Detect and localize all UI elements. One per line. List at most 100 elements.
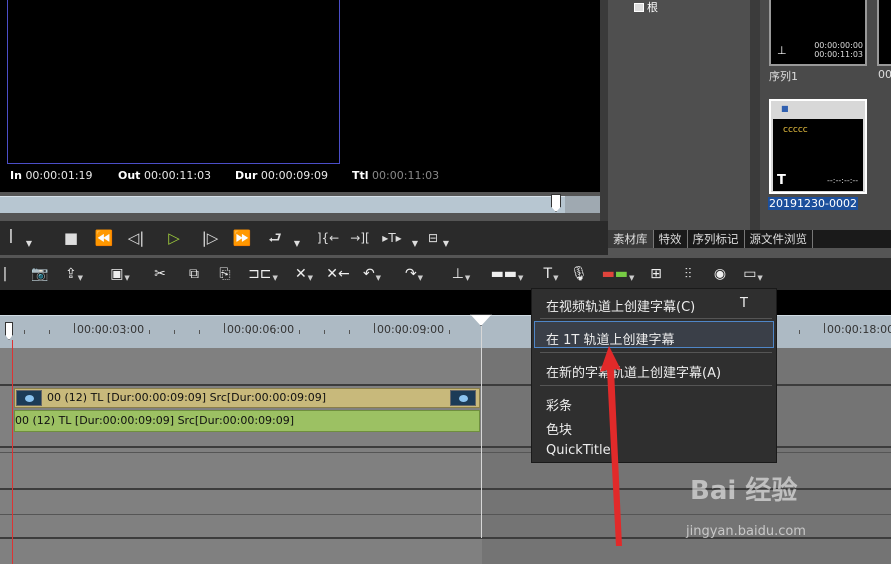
copy-icon[interactable]: ⧉ [184,264,204,284]
ruler-label: 00:00:03:00 [77,323,145,336]
book-icon[interactable]: ⊐⊏▼ [246,264,280,284]
panel-tabs: 素材库 特效 序列标记 源文件浏览 [608,230,891,248]
fast-forward-icon[interactable]: ⏩ [228,226,256,250]
ruler-minor-tick [99,330,100,334]
ruler-minor-tick [174,330,175,334]
grid-icon[interactable]: ⊞ [646,264,666,284]
menu-item-create-on-new-track[interactable]: 在新的字幕轨道上创建字幕(A) [546,362,721,381]
ruler-minor-tick [124,330,125,334]
panel-splitter[interactable] [750,0,760,230]
set-out-icon[interactable]: →][ [348,226,372,250]
cut-icon[interactable]: ✂ [150,264,170,284]
ripple-delete-icon[interactable]: ✕← [326,264,350,284]
overwrite-icon[interactable]: ⊟ [424,226,442,250]
ruler-minor-tick [849,330,850,334]
insert-icon[interactable]: ▸T▸ [380,226,404,250]
delete-icon[interactable]: ✕▼ [290,264,318,284]
save-icon[interactable]: ▣▼ [106,264,134,284]
stop-icon[interactable]: ■ [60,226,82,250]
bin-tree-panel [608,0,750,230]
out-timecode: Out 00:00:11:03 [118,169,212,182]
ruler-minor-tick [199,330,200,334]
paste-icon[interactable]: ⎘ [215,264,235,284]
rewind-icon[interactable]: ⏪ [90,226,118,250]
clip-label: 00 (12) TL [Dur:00:00:09:09] Src[Dur:00:… [47,391,327,404]
asset-name: 00 [878,68,891,81]
ttl-timecode: Ttl 00:00:11:03 [352,169,440,182]
title-tool-icon[interactable]: T▼ [538,264,564,284]
mixer-icon[interactable]: ⫶⫶ [678,264,698,284]
menu-separator [540,352,772,353]
ruler-tick [74,323,75,333]
play-icon[interactable]: ▷ [162,226,186,250]
match-frame-icon[interactable]: ꟾ [0,226,22,250]
loop-icon[interactable]: ⮐ [264,226,286,250]
ruler-tick [374,323,375,333]
in-point-line [12,340,13,564]
export-icon[interactable]: ⇪▼ [60,264,88,284]
playhead-line [481,326,482,538]
title-icon: T [777,173,786,188]
ruler-minor-tick [149,330,150,334]
bin-root-label: 根 [647,1,658,14]
timeline-icon: ⊥ [777,44,787,57]
step-forward-icon[interactable]: |▷ [198,226,222,250]
undo-icon[interactable]: ↶▼ [358,264,386,284]
asset-thumbnail-selected[interactable]: ■ ccccc T --:--:--:-- [769,99,867,194]
chevron-down-icon[interactable]: ▼ [24,232,34,256]
ruler-minor-tick [274,330,275,334]
ruler-tick [224,323,225,333]
video-clip[interactable]: 00 (12) TL [Dur:00:00:09:09] Src[Dur:00:… [14,388,480,408]
menu-separator [540,318,772,319]
chevron-down-icon[interactable]: ▼ [292,232,302,256]
baidu-watermark: Bai 经验 [690,476,798,506]
bin-root-item[interactable]: 根 [634,0,658,14]
chevron-down-icon[interactable]: ▼ [441,232,451,256]
tab-sequence-markers[interactable]: 序列标记 [688,230,745,248]
menu-separator [540,385,772,386]
asset-name: 序列1 [769,70,798,83]
clip-thumbnail-in [16,390,42,406]
dur-timecode: Dur 00:00:09:09 [235,169,328,182]
ruler-label: 00:00:06:00 [227,323,295,336]
ruler-minor-tick [24,330,25,334]
ruler-minor-tick [424,330,425,334]
tab-source-browser[interactable]: 源文件浏览 [745,230,813,248]
menu-item-create-on-video-track[interactable]: 在视频轨道上创建字幕(C) [546,296,695,315]
microphone-icon[interactable]: 🎙 [570,264,588,284]
clip-thumbnail-out [450,390,476,406]
camera-icon[interactable]: 📷 [28,264,52,284]
thumb-text: ccccc [783,125,808,135]
ruler-tick [824,323,825,333]
tab-asset-library[interactable]: 素材库 [608,230,654,248]
step-back-icon[interactable]: ◁| [124,226,148,250]
layout-icon[interactable]: ▭▼ [738,264,768,284]
transition-icon[interactable]: ▬▬▼ [490,264,524,284]
dot-icon: ■ [781,104,789,113]
panel-divider [600,0,608,230]
folder-icon [634,2,644,12]
asset-thumbnail[interactable]: ⊥ 00:00:00:00 00:00:11:03 [769,0,867,66]
scrubber-end [565,196,600,213]
ruler-label: 00:00:09:00 [377,323,445,336]
audio-clip[interactable]: 00 (12) TL [Dur:00:00:09:09] Src[Dur:00:… [14,410,480,432]
split-icon[interactable]: ⊥▼ [446,264,476,284]
ruler-minor-tick [449,330,450,334]
player-scrubber[interactable] [0,196,565,213]
asset-thumbnail[interactable] [877,0,891,66]
preview-monitor[interactable] [7,0,340,164]
ruler-minor-tick [799,330,800,334]
color-wheel-icon[interactable]: ◉ [710,264,730,284]
menu-item-color-matte[interactable]: 色块 [546,419,572,438]
menu-item-color-bars[interactable]: 彩条 [546,395,572,414]
clip-label: 00 (12) TL [Dur:00:00:09:09] Src[Dur:00:… [15,414,295,427]
redo-icon[interactable]: ↷▼ [400,264,428,284]
set-in-icon[interactable]: ]{← [316,226,340,250]
subtitle-icon[interactable]: ▬▬▼ [598,264,638,284]
ruler-minor-tick [299,330,300,334]
chevron-down-icon[interactable]: ▼ [410,232,420,256]
asset-name: 20191230-0002 [768,197,858,210]
tab-effects[interactable]: 特效 [654,230,688,248]
in-timecode: In 00:00:01:19 [10,169,93,182]
watermark-url: jingyan.baidu.com [686,524,806,539]
